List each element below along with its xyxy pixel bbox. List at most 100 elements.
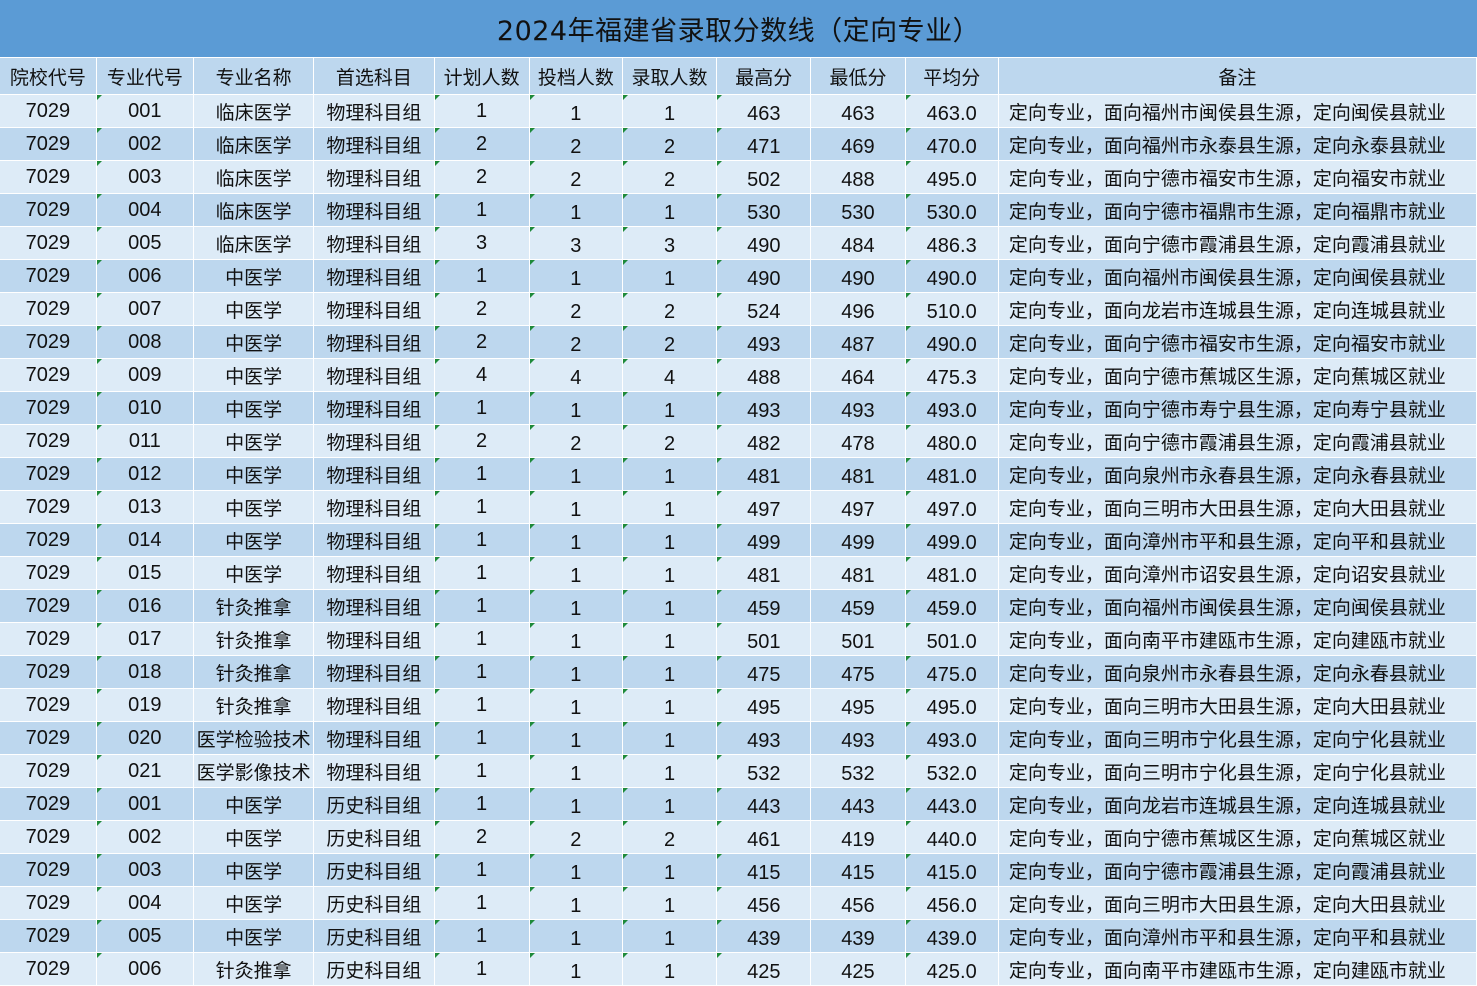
max-score-cell[interactable]: 481 xyxy=(716,556,812,590)
remarks-cell[interactable]: 定向专业，面向泉州市永春县生源，定向永春县就业 xyxy=(998,457,1477,491)
filed-count-cell[interactable]: 2 xyxy=(529,325,623,359)
min-score-cell[interactable]: 496 xyxy=(810,292,906,326)
remarks-cell[interactable]: 定向专业，面向三明市宁化县生源，定向宁化县就业 xyxy=(998,754,1477,788)
filed-count-cell[interactable]: 1 xyxy=(529,952,623,986)
avg-score-cell[interactable]: 499.0 xyxy=(905,523,999,557)
filed-count-cell[interactable]: 2 xyxy=(529,820,623,854)
admitted-count-cell[interactable]: 2 xyxy=(622,424,718,458)
subject-cell[interactable]: 历史科目组 xyxy=(313,853,435,887)
admitted-count-cell[interactable]: 2 xyxy=(622,292,718,326)
school-code-cell[interactable]: 7029 xyxy=(0,622,97,656)
subject-cell[interactable]: 物理科目组 xyxy=(313,94,435,128)
avg-score-cell[interactable]: 425.0 xyxy=(905,952,999,986)
school-code-cell[interactable]: 7029 xyxy=(0,259,97,293)
plan-count-cell[interactable]: 2 xyxy=(434,292,530,326)
col-header-remarks[interactable]: 备注 xyxy=(998,58,1477,95)
min-score-cell[interactable]: 501 xyxy=(810,622,906,656)
admitted-count-cell[interactable]: 1 xyxy=(622,94,718,128)
major-code-cell[interactable]: 008 xyxy=(96,325,194,359)
plan-count-cell[interactable]: 4 xyxy=(434,358,530,392)
major-name-cell[interactable]: 中医学 xyxy=(193,325,315,359)
school-code-cell[interactable]: 7029 xyxy=(0,94,97,128)
plan-count-cell[interactable]: 1 xyxy=(434,556,530,590)
max-score-cell[interactable]: 425 xyxy=(716,952,812,986)
school-code-cell[interactable]: 7029 xyxy=(0,490,97,524)
school-code-cell[interactable]: 7029 xyxy=(0,886,97,920)
plan-count-cell[interactable]: 1 xyxy=(434,655,530,689)
avg-score-cell[interactable]: 495.0 xyxy=(905,688,999,722)
filed-count-cell[interactable]: 3 xyxy=(529,226,623,260)
col-header-admitted[interactable]: 录取人数 xyxy=(622,58,718,95)
filed-count-cell[interactable]: 1 xyxy=(529,490,623,524)
major-name-cell[interactable]: 针灸推拿 xyxy=(193,655,315,689)
subject-cell[interactable]: 物理科目组 xyxy=(313,127,435,161)
major-name-cell[interactable]: 中医学 xyxy=(193,523,315,557)
plan-count-cell[interactable]: 1 xyxy=(434,523,530,557)
admitted-count-cell[interactable]: 1 xyxy=(622,457,718,491)
min-score-cell[interactable]: 439 xyxy=(810,919,906,953)
max-score-cell[interactable]: 493 xyxy=(716,721,812,755)
max-score-cell[interactable]: 461 xyxy=(716,820,812,854)
avg-score-cell[interactable]: 510.0 xyxy=(905,292,999,326)
max-score-cell[interactable]: 443 xyxy=(716,787,812,821)
subject-cell[interactable]: 物理科目组 xyxy=(313,160,435,194)
admitted-count-cell[interactable]: 1 xyxy=(622,919,718,953)
major-name-cell[interactable]: 中医学 xyxy=(193,358,315,392)
avg-score-cell[interactable]: 481.0 xyxy=(905,556,999,590)
filed-count-cell[interactable]: 1 xyxy=(529,523,623,557)
filed-count-cell[interactable]: 2 xyxy=(529,127,623,161)
max-score-cell[interactable]: 493 xyxy=(716,391,812,425)
admitted-count-cell[interactable]: 1 xyxy=(622,391,718,425)
avg-score-cell[interactable]: 475.0 xyxy=(905,655,999,689)
major-code-cell[interactable]: 005 xyxy=(96,226,194,260)
col-header-plan[interactable]: 计划人数 xyxy=(434,58,530,95)
remarks-cell[interactable]: 定向专业，面向漳州市平和县生源，定向平和县就业 xyxy=(998,919,1477,953)
max-score-cell[interactable]: 497 xyxy=(716,490,812,524)
avg-score-cell[interactable]: 481.0 xyxy=(905,457,999,491)
avg-score-cell[interactable]: 486.3 xyxy=(905,226,999,260)
major-code-cell[interactable]: 004 xyxy=(96,193,194,227)
min-score-cell[interactable]: 488 xyxy=(810,160,906,194)
admitted-count-cell[interactable]: 1 xyxy=(622,589,718,623)
school-code-cell[interactable]: 7029 xyxy=(0,919,97,953)
admitted-count-cell[interactable]: 1 xyxy=(622,259,718,293)
admitted-count-cell[interactable]: 4 xyxy=(622,358,718,392)
filed-count-cell[interactable]: 1 xyxy=(529,655,623,689)
max-score-cell[interactable]: 495 xyxy=(716,688,812,722)
major-code-cell[interactable]: 006 xyxy=(96,952,194,986)
filed-count-cell[interactable]: 1 xyxy=(529,193,623,227)
col-header-filed[interactable]: 投档人数 xyxy=(529,58,623,95)
filed-count-cell[interactable]: 2 xyxy=(529,160,623,194)
major-name-cell[interactable]: 临床医学 xyxy=(193,193,315,227)
major-name-cell[interactable]: 针灸推拿 xyxy=(193,589,315,623)
min-score-cell[interactable]: 478 xyxy=(810,424,906,458)
subject-cell[interactable]: 物理科目组 xyxy=(313,292,435,326)
major-code-cell[interactable]: 016 xyxy=(96,589,194,623)
avg-score-cell[interactable]: 459.0 xyxy=(905,589,999,623)
min-score-cell[interactable]: 464 xyxy=(810,358,906,392)
avg-score-cell[interactable]: 439.0 xyxy=(905,919,999,953)
min-score-cell[interactable]: 499 xyxy=(810,523,906,557)
major-code-cell[interactable]: 002 xyxy=(96,127,194,161)
min-score-cell[interactable]: 493 xyxy=(810,721,906,755)
min-score-cell[interactable]: 497 xyxy=(810,490,906,524)
min-score-cell[interactable]: 532 xyxy=(810,754,906,788)
major-code-cell[interactable]: 012 xyxy=(96,457,194,491)
major-code-cell[interactable]: 010 xyxy=(96,391,194,425)
major-name-cell[interactable]: 针灸推拿 xyxy=(193,622,315,656)
plan-count-cell[interactable]: 1 xyxy=(434,721,530,755)
admitted-count-cell[interactable]: 1 xyxy=(622,622,718,656)
max-score-cell[interactable]: 501 xyxy=(716,622,812,656)
subject-cell[interactable]: 物理科目组 xyxy=(313,523,435,557)
major-name-cell[interactable]: 临床医学 xyxy=(193,226,315,260)
major-name-cell[interactable]: 中医学 xyxy=(193,853,315,887)
filed-count-cell[interactable]: 1 xyxy=(529,754,623,788)
plan-count-cell[interactable]: 1 xyxy=(434,94,530,128)
school-code-cell[interactable]: 7029 xyxy=(0,160,97,194)
school-code-cell[interactable]: 7029 xyxy=(0,853,97,887)
remarks-cell[interactable]: 定向专业，面向宁德市霞浦县生源，定向霞浦县就业 xyxy=(998,226,1477,260)
plan-count-cell[interactable]: 1 xyxy=(434,754,530,788)
remarks-cell[interactable]: 定向专业，面向龙岩市连城县生源，定向连城县就业 xyxy=(998,292,1477,326)
filed-count-cell[interactable]: 1 xyxy=(529,853,623,887)
avg-score-cell[interactable]: 490.0 xyxy=(905,325,999,359)
